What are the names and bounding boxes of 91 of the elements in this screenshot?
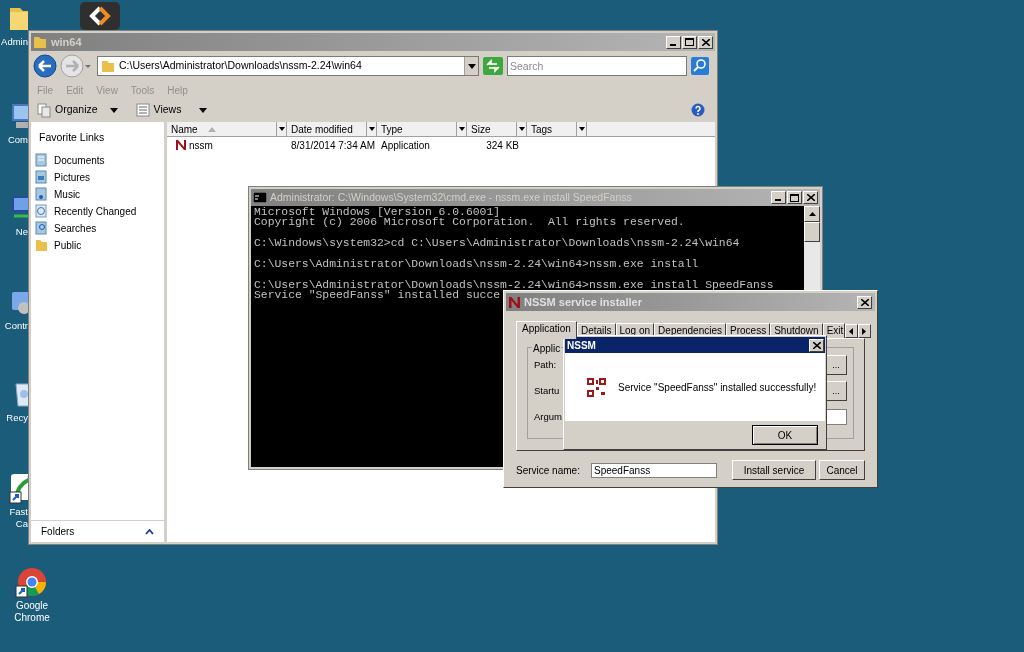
search-field[interactable]: Search bbox=[507, 56, 687, 76]
tab[interactable]: Application bbox=[516, 321, 577, 339]
toolbar-button[interactable]: Organize bbox=[37, 102, 118, 118]
table-cell-text: 8/31/2014 7:34 AM bbox=[291, 138, 375, 153]
console-line: Microsoft Windows [Version 6.0.6001] bbox=[254, 207, 501, 218]
dropdown-icon bbox=[578, 127, 585, 131]
help-icon[interactable] bbox=[691, 103, 705, 117]
copy-icon bbox=[37, 102, 51, 118]
toolbar-button[interactable]: Views bbox=[135, 102, 208, 118]
column-header[interactable]: Tags bbox=[527, 122, 587, 136]
scroll-right-icon bbox=[862, 327, 867, 335]
dropdown-icon bbox=[458, 127, 465, 131]
field-label: Path: bbox=[534, 357, 557, 372]
close-icon bbox=[860, 298, 869, 306]
message-text: Service "SpeedFanss" installed successfully! bbox=[618, 380, 817, 395]
nav-item[interactable]: Documents bbox=[31, 151, 164, 169]
chevron-up-icon bbox=[145, 528, 154, 535]
column-header[interactable]: Type bbox=[377, 122, 467, 136]
folders-bar[interactable]: Folders bbox=[31, 520, 164, 542]
group-label: Applic bbox=[532, 341, 562, 356]
dropdown-icon bbox=[278, 127, 285, 131]
search-icon[interactable] bbox=[691, 57, 709, 75]
nav-item[interactable]: Music bbox=[31, 185, 164, 203]
window-title: win64 bbox=[51, 34, 83, 50]
app-icon[interactable] bbox=[80, 2, 120, 30]
table-cell-text: 324 KB bbox=[486, 138, 519, 153]
window-title: NSSM bbox=[567, 338, 597, 353]
gauge-icon[interactable] bbox=[8, 472, 28, 506]
icon-label: Ne bbox=[15, 226, 28, 238]
folder-icon bbox=[35, 238, 48, 253]
n-logo-icon bbox=[509, 295, 521, 309]
column-header[interactable]: Size bbox=[467, 122, 527, 136]
console-line: C:\Users\Administrator\Downloads\nssm-2.24\win64>nssm.exe install SpeedFanss bbox=[254, 279, 775, 291]
qr-code-icon bbox=[587, 377, 606, 397]
folder-icon bbox=[101, 59, 115, 73]
dropdown-icon bbox=[518, 127, 525, 131]
scroll-up-icon bbox=[808, 212, 816, 216]
n-logo-icon bbox=[175, 139, 187, 151]
console-icon bbox=[253, 192, 267, 203]
close-icon bbox=[812, 341, 821, 349]
caret-icon bbox=[199, 107, 208, 113]
caret-icon bbox=[109, 107, 118, 113]
field-label: Argum bbox=[534, 409, 562, 424]
file-name[interactable]: nssm bbox=[189, 137, 213, 153]
icon-label: Google bbox=[15, 600, 49, 612]
field-label: Startu bbox=[534, 383, 560, 398]
ok-button[interactable]: OK bbox=[752, 425, 818, 445]
maximize-icon bbox=[685, 38, 694, 46]
scroll-left-icon bbox=[849, 327, 854, 335]
refresh-icon[interactable] bbox=[483, 57, 503, 75]
field-label: Service name: bbox=[516, 463, 581, 478]
icon-label: Ca bbox=[15, 518, 28, 530]
pictures-icon bbox=[35, 170, 48, 185]
scroll-thumb[interactable] bbox=[804, 222, 820, 242]
icon-label: Chrome bbox=[14, 612, 50, 624]
close-icon bbox=[806, 194, 815, 201]
nav-item[interactable]: Pictures bbox=[31, 168, 164, 186]
cancel-button[interactable]: Cancel bbox=[819, 460, 865, 480]
table-cell-text: Application bbox=[381, 138, 430, 153]
icon-label: Contr bbox=[4, 320, 28, 332]
sort-arrow-icon bbox=[208, 126, 216, 132]
address-bar[interactable]: C:\Users\Administrator\Downloads\nssm-2.24\win64 bbox=[97, 56, 479, 76]
dropdown-icon bbox=[368, 127, 375, 131]
documents-icon bbox=[35, 153, 48, 168]
list-view-icon bbox=[135, 102, 150, 118]
music-icon bbox=[35, 187, 48, 202]
browse-button[interactable]: ... bbox=[825, 355, 847, 375]
close-icon bbox=[701, 38, 710, 46]
icon-label: Recy bbox=[6, 412, 28, 424]
section-heading: Favorite Links bbox=[38, 130, 106, 145]
column-header[interactable]: Name bbox=[167, 122, 287, 136]
icon-label: Com bbox=[7, 134, 28, 146]
input-field[interactable] bbox=[825, 409, 847, 425]
column-header[interactable]: Date modified bbox=[287, 122, 377, 136]
console-line: Service "SpeedFanss" installed succe bbox=[254, 290, 502, 301]
browse-button[interactable]: ... bbox=[825, 381, 847, 401]
back-icon[interactable] bbox=[33, 54, 57, 78]
nav-item[interactable]: Searches bbox=[31, 219, 164, 237]
console-line: Copyright (c) 2006 Microsoft Corporation. All rights reserved. bbox=[254, 217, 686, 228]
nav-item[interactable]: Public bbox=[31, 236, 164, 254]
window-title: NSSM service installer bbox=[524, 294, 643, 310]
icon-label: Fast bbox=[9, 506, 28, 518]
dropdown-icon bbox=[467, 63, 476, 69]
console-line: C:\Users\Administrator\Downloads\nssm-2.24\win64>nssm.exe install bbox=[254, 259, 700, 270]
maximize-icon bbox=[790, 193, 799, 202]
input-field[interactable]: SpeedFanss bbox=[591, 462, 717, 478]
console-line: C:\Windows\system32>cd C:\Users\Administrator\Downloads\nssm-2.24\win64 bbox=[254, 238, 741, 249]
icon-label: Admin bbox=[1, 36, 28, 48]
install-button[interactable]: Install service bbox=[732, 460, 816, 480]
nav-item[interactable]: Recently Changed bbox=[31, 202, 164, 220]
folder-icon bbox=[33, 35, 47, 49]
